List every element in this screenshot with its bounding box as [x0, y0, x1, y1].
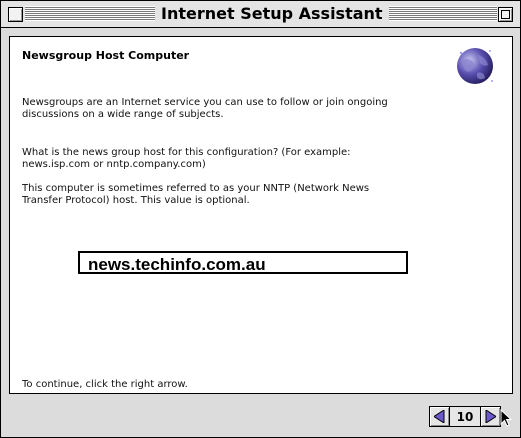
page-number: 10 — [450, 406, 480, 427]
right-arrow-icon — [485, 410, 496, 423]
globe-icon — [457, 48, 493, 84]
left-arrow-icon — [434, 410, 445, 423]
back-button[interactable] — [429, 406, 450, 427]
content-panel: Newsgroup Host Computer Newsgroups are a… — [9, 36, 513, 394]
news-host-field[interactable]: news.techinfo.com.au — [78, 251, 408, 274]
title-bar[interactable]: Internet Setup Assistant — [1, 1, 520, 28]
navigation-bar: 10 — [1, 400, 520, 437]
window-title: Internet Setup Assistant — [155, 4, 389, 24]
host-question: What is the news group host for this con… — [22, 147, 351, 170]
forward-button[interactable] — [480, 406, 501, 427]
mouse-pointer-icon — [500, 409, 512, 427]
setup-assistant-window: Internet Setup Assistant Newsgroup Host … — [0, 0, 521, 438]
zoom-box[interactable] — [498, 7, 513, 22]
close-box[interactable] — [8, 7, 23, 22]
continue-instruction: To continue, click the right arrow. — [22, 379, 188, 390]
page-navigator: 10 — [429, 405, 501, 428]
page-heading: Newsgroup Host Computer — [22, 49, 190, 62]
newsgroup-description: Newsgroups are an Internet service you c… — [22, 97, 388, 120]
nntp-explanation: This computer is sometimes referred to a… — [22, 183, 370, 206]
